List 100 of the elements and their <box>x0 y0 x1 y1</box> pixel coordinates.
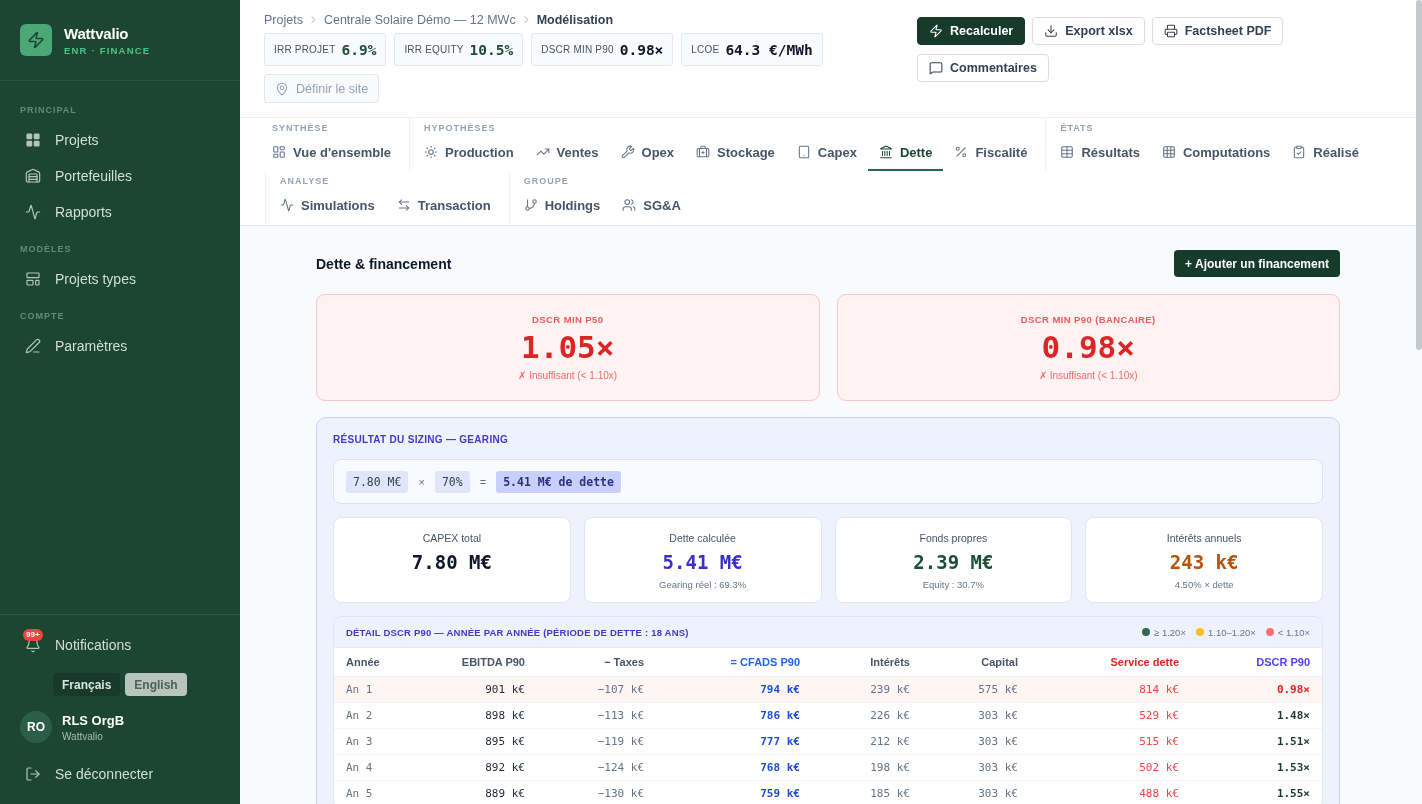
sidebar-item[interactable]: Portefeuilles <box>20 158 220 194</box>
column-header: − Taxes <box>537 648 656 676</box>
nav-tab[interactable]: Capex <box>785 135 868 171</box>
grid-icon <box>25 132 41 148</box>
dscr-value: 1.05× <box>521 329 615 365</box>
nav-tab[interactable]: Dette <box>867 135 944 171</box>
table-cell: 892 k€ <box>417 754 537 780</box>
dscr-label: DSCR MIN P50 <box>532 314 604 325</box>
nav-tab[interactable]: Réalisé <box>1281 135 1370 171</box>
section-label: PRINCIPAL <box>20 105 78 115</box>
table-cell: 794 k€ <box>656 676 812 702</box>
table-cell: 898 k€ <box>417 702 537 728</box>
bank-icon <box>878 145 893 159</box>
stat-note: 4.50% × dette <box>1174 579 1234 590</box>
pulse-icon <box>280 198 294 212</box>
stat-note: Equity : 30.7% <box>922 579 984 590</box>
table-cell: An 3 <box>334 728 417 754</box>
language-option[interactable]: English <box>125 673 187 696</box>
table-cell: 303 k€ <box>922 754 1030 780</box>
add-button[interactable]: + Ajouter un financement <box>1174 250 1340 277</box>
table-cell: 1.55× <box>1191 780 1322 804</box>
nav-tab[interactable]: Computations <box>1150 135 1282 171</box>
kpi-value: 10.5% <box>469 41 514 58</box>
language-option[interactable]: Français <box>53 673 121 696</box>
nav-tab[interactable]: Transaction <box>385 188 502 224</box>
table-cell: An 5 <box>334 780 417 804</box>
breadcrumb-link[interactable]: Projets <box>264 12 303 27</box>
sidebar-item[interactable]: Projets types <box>20 261 220 297</box>
nav-tab[interactable]: Résultats <box>1049 135 1151 171</box>
stat-value: 5.41 M€ <box>662 551 743 573</box>
group-label: HYPOTHÈSES <box>423 122 497 135</box>
toolbar-button[interactable]: Commentaires <box>917 54 1049 82</box>
column-header: = CFADS P90 <box>656 648 812 676</box>
comment-icon <box>929 61 943 75</box>
table-cell: −124 k€ <box>537 754 656 780</box>
printer-icon <box>1163 24 1178 38</box>
section-label: MODÈLES <box>20 244 73 254</box>
pin-icon <box>275 81 289 96</box>
toolbar-button[interactable]: Export xlsx <box>1032 17 1145 45</box>
table-cell: 786 k€ <box>656 702 812 728</box>
stat-label: Dette calculée <box>669 532 736 544</box>
primary-button[interactable]: Recalculer <box>917 17 1026 45</box>
logo-icon <box>20 24 52 56</box>
count-badge: 99+ <box>23 629 43 641</box>
table-cell: 777 k€ <box>656 728 812 754</box>
dscr-status: ✗ Insuffisant (< 1.10x) <box>1038 370 1138 381</box>
download-icon <box>1044 24 1059 38</box>
nav-tab[interactable]: Fiscalité <box>943 135 1039 171</box>
page-title: Dette & financement <box>316 255 452 272</box>
case-icon <box>696 145 711 159</box>
nav-tab[interactable]: Stockage <box>685 135 786 171</box>
table-cell: 759 k€ <box>656 780 812 804</box>
brand-tagline: ENR · FINANCE <box>64 44 151 56</box>
branch-icon <box>523 198 538 212</box>
nav-tab[interactable]: Simulations <box>269 188 386 224</box>
nav-tab[interactable]: Production <box>413 135 525 171</box>
kpi-label: IRR EQUITY <box>404 44 464 55</box>
table-cell: 303 k€ <box>922 728 1030 754</box>
warehouse-icon <box>25 168 41 184</box>
kpi-label: DSCR MIN P90 <box>541 44 614 55</box>
nav-tab[interactable]: Opex <box>609 135 686 171</box>
table-cell: An 1 <box>334 676 417 702</box>
table-cell: −107 k€ <box>537 676 656 702</box>
pulse-icon <box>25 204 41 220</box>
table-cell: 303 k€ <box>922 780 1030 804</box>
column-header: Année <box>334 648 417 676</box>
column-header: Service dette <box>1030 648 1191 676</box>
formula-operator: × <box>418 475 425 488</box>
nav-tab[interactable]: Holdings <box>512 188 612 224</box>
group-label: ÉTATS <box>1059 122 1095 135</box>
breadcrumb-link[interactable]: Centrale Solaire Démo — 12 MWc <box>323 12 516 27</box>
tablet-icon <box>796 145 811 159</box>
arrows-icon <box>396 198 411 212</box>
table-cell: 239 k€ <box>812 676 922 702</box>
nav-tab[interactable]: SG&A <box>611 188 692 224</box>
notifications-item[interactable]: 99+ Notifications <box>20 629 220 661</box>
formula-term: 7.80 M€ <box>346 470 409 493</box>
stat-label: CAPEX total <box>422 532 482 544</box>
table-cell: 303 k€ <box>922 702 1030 728</box>
kpi-value: 0.98× <box>619 41 664 58</box>
sidebar-item[interactable]: Projets <box>20 122 220 158</box>
user-org: Wattvalio <box>62 730 104 742</box>
table-cell: 212 k€ <box>812 728 922 754</box>
dscr-status: ✗ Insuffisant (< 1.10x) <box>518 370 618 381</box>
dashboard-icon <box>272 145 286 159</box>
column-header: DSCR P90 <box>1191 648 1322 676</box>
column-header: EBITDA P90 <box>417 648 537 676</box>
dscr-label: DSCR MIN P90 (BANCAIRE) <box>1020 314 1156 325</box>
group-label: ANALYSE <box>279 175 331 188</box>
column-header: Intérêts <box>812 648 922 676</box>
nav-tab[interactable]: Ventes <box>524 135 610 171</box>
table-cell: 1.48× <box>1191 702 1322 728</box>
bolt-icon <box>929 24 943 38</box>
logout-item[interactable]: Se déconnecter <box>20 757 220 791</box>
nav-tab[interactable]: Vue d'ensemble <box>261 135 402 171</box>
sidebar-item[interactable]: Rapports <box>20 194 220 230</box>
toolbar-button[interactable]: Factsheet PDF <box>1151 17 1284 45</box>
sidebar-item[interactable]: Paramètres <box>20 328 220 364</box>
table-cell: 814 k€ <box>1030 676 1191 702</box>
scrollbar-thumb[interactable] <box>1416 0 1422 350</box>
